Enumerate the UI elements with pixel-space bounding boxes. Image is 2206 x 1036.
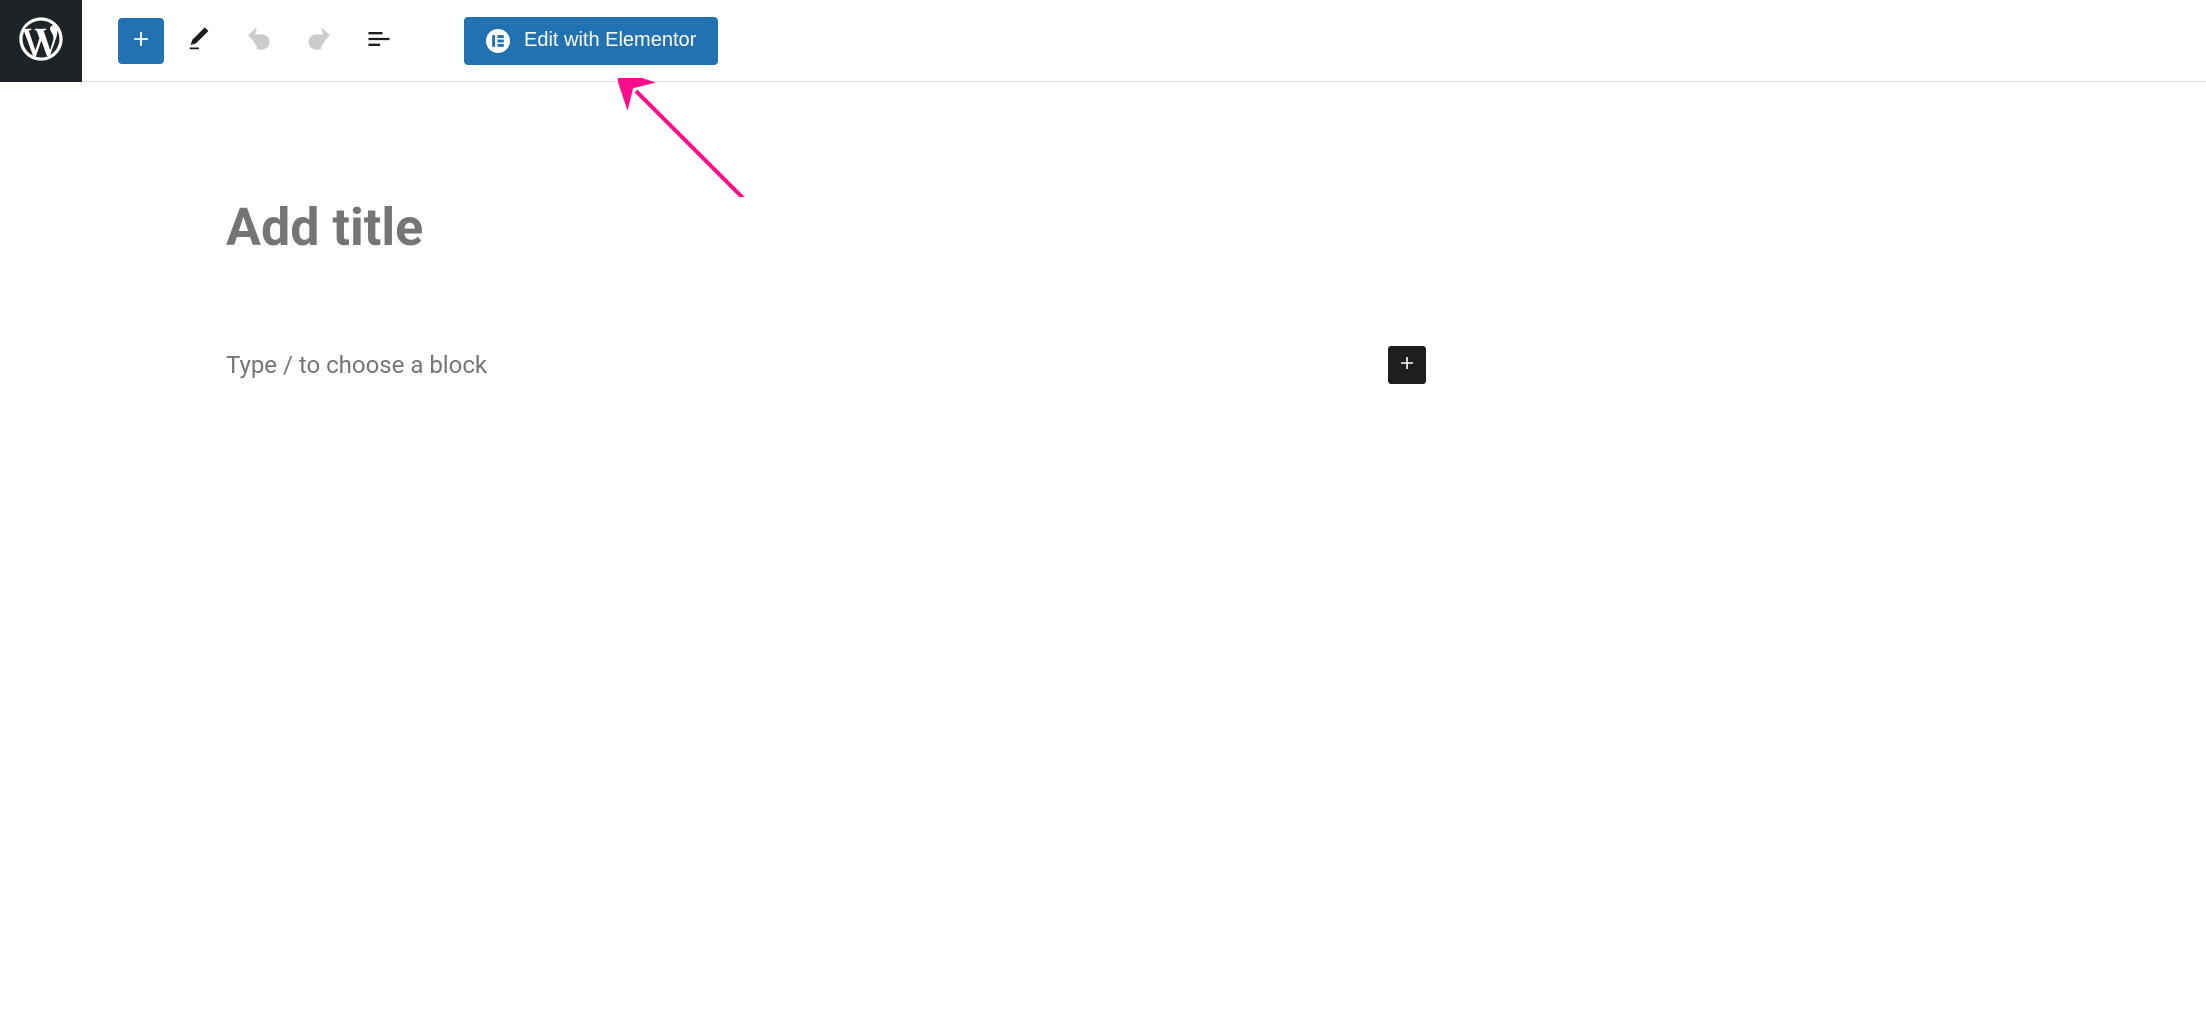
redo-icon <box>305 25 333 57</box>
block-placeholder-text[interactable]: Type / to choose a block <box>226 351 487 379</box>
editor-content-area: Type / to choose a block <box>0 82 2206 384</box>
elementor-button-label: Edit with Elementor <box>524 29 696 52</box>
undo-button[interactable] <box>234 16 284 66</box>
toolbar-button-group: Edit with Elementor <box>82 16 718 66</box>
add-block-inline-button[interactable] <box>1388 346 1426 384</box>
add-block-button[interactable] <box>118 18 164 64</box>
block-row: Type / to choose a block <box>226 346 1426 384</box>
wordpress-logo-button[interactable] <box>0 0 82 82</box>
editor-inner: Type / to choose a block <box>226 197 1426 384</box>
edit-with-elementor-button[interactable]: Edit with Elementor <box>464 17 718 65</box>
redo-button[interactable] <box>294 16 344 66</box>
tools-button[interactable] <box>174 16 224 66</box>
document-overview-button[interactable] <box>354 16 404 66</box>
editor-toolbar: Edit with Elementor <box>0 0 2206 82</box>
post-title-input[interactable] <box>226 197 1426 258</box>
undo-icon <box>245 25 273 57</box>
title-wrapper <box>226 197 1426 258</box>
plus-icon <box>1395 351 1419 379</box>
list-view-icon <box>365 25 393 57</box>
pencil-icon <box>185 25 213 57</box>
plus-icon <box>127 25 155 57</box>
wordpress-logo-icon <box>15 13 67 69</box>
elementor-icon <box>486 29 510 53</box>
